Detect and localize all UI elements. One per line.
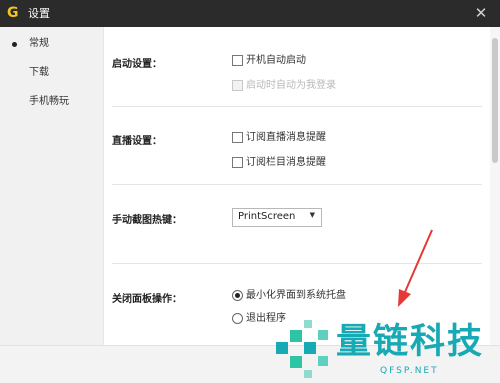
section-divider xyxy=(112,263,482,264)
sidebar-item-label: 常规 xyxy=(29,38,49,49)
sidebar-item-label: 下载 xyxy=(29,67,49,78)
sidebar-item-label: 手机畅玩 xyxy=(29,96,69,107)
checkbox-label: 启动时自动为我登录 xyxy=(246,80,336,91)
checkbox-box xyxy=(232,55,243,66)
dropdown-arrow-icon: ▼ xyxy=(309,211,315,219)
checkbox-box xyxy=(232,157,243,168)
watermark: 量链科技 QFSP.NET xyxy=(270,318,500,382)
app-logo-icon: G xyxy=(7,5,19,21)
watermark-domain: QFSP.NET xyxy=(380,366,439,376)
sidebar-item-general[interactable]: 常规 xyxy=(0,33,103,55)
scrollbar-thumb[interactable] xyxy=(492,38,498,163)
section-divider xyxy=(112,184,482,185)
section-divider xyxy=(112,106,482,107)
live-settings-label: 直播设置： xyxy=(112,136,162,147)
radio-label: 最小化界面到系统托盘 xyxy=(246,290,346,301)
window-title: 设置 xyxy=(28,7,50,20)
title-bar: G 设置 ✕ xyxy=(0,0,500,27)
checkbox-label: 订阅直播消息提醒 xyxy=(246,132,326,143)
checkbox-label: 订阅栏目消息提醒 xyxy=(246,157,326,168)
watermark-logo-icon xyxy=(276,320,328,378)
radio-button xyxy=(232,313,243,324)
radio-button-checked xyxy=(232,290,243,301)
settings-sidebar: 常规 下载 手机畅玩 xyxy=(0,27,104,345)
watermark-name: 量链科技 xyxy=(336,322,485,362)
screenshot-hotkey-label: 手动截图热键： xyxy=(112,215,182,226)
close-icon[interactable]: ✕ xyxy=(472,4,490,22)
screenshot-hotkey-select[interactable]: PrintScreen ▼ xyxy=(232,208,322,227)
selected-dot-icon xyxy=(12,42,17,47)
sidebar-item-mobile-play[interactable]: 手机畅玩 xyxy=(0,91,103,113)
settings-content: 启动设置： 开机自动启动 启动时自动为我登录 直播设置： 订阅直播消息提醒 订阅… xyxy=(104,27,490,345)
close-panel-label: 关闭面板操作： xyxy=(112,294,182,305)
checkbox-box xyxy=(232,80,243,91)
checkbox-box xyxy=(232,132,243,143)
checkbox-label: 开机自动启动 xyxy=(246,55,306,66)
hotkey-value: PrintScreen xyxy=(238,211,296,222)
sidebar-item-download[interactable]: 下载 xyxy=(0,62,103,84)
startup-settings-label: 启动设置： xyxy=(112,59,162,70)
